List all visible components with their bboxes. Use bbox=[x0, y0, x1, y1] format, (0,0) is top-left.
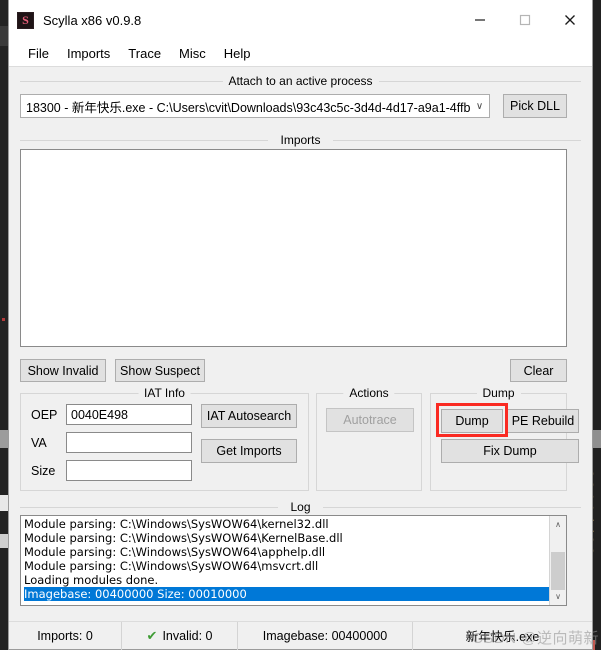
log-textbox[interactable]: Module parsing: C:\Windows\SysWOW64\kern… bbox=[20, 515, 567, 606]
status-module: 新年快乐.exe bbox=[413, 622, 592, 650]
backdrop-strip-segment bbox=[0, 430, 8, 448]
menu-item-help[interactable]: Help bbox=[215, 44, 260, 63]
dump-group-legend: Dump bbox=[476, 386, 521, 400]
attach-group-rule-left bbox=[20, 81, 230, 82]
status-invalid-label: Invalid: 0 bbox=[162, 628, 213, 643]
get-imports-button[interactable]: Get Imports bbox=[201, 439, 297, 463]
oep-input[interactable]: 0040E498 bbox=[66, 404, 192, 425]
backdrop-marker-dot bbox=[2, 318, 5, 321]
check-icon: ✔ bbox=[146, 627, 158, 643]
backdrop-left-strip bbox=[0, 0, 8, 650]
log-scrollbar-thumb[interactable] bbox=[551, 552, 565, 590]
process-select[interactable]: 18300 - 新年快乐.exe - C:\Users\cvit\Downloa… bbox=[20, 94, 490, 118]
log-line[interactable]: Imagebase: 00400000 Size: 00010000 bbox=[24, 587, 549, 601]
status-imports-label: Imports: 0 bbox=[37, 628, 93, 643]
imports-group-rule-right bbox=[333, 140, 581, 141]
clear-button[interactable]: Clear bbox=[510, 359, 567, 382]
window-controls bbox=[457, 0, 592, 40]
size-label: Size bbox=[31, 464, 56, 478]
actions-group: Actions Autotrace bbox=[316, 386, 422, 491]
scylla-main-window: S Scylla x86 v0.9.8 File Imports Trace M… bbox=[8, 0, 593, 650]
fix-dump-button[interactable]: Fix Dump bbox=[441, 439, 579, 463]
menu-item-imports[interactable]: Imports bbox=[58, 44, 119, 63]
backdrop-strip-segment bbox=[0, 534, 8, 548]
dump-group: Dump Dump PE Rebuild Fix Dump bbox=[430, 386, 579, 491]
menu-item-misc[interactable]: Misc bbox=[170, 44, 215, 63]
log-group-rule-left bbox=[20, 507, 278, 508]
log-group-rule-right bbox=[323, 507, 581, 508]
scylla-app-icon: S bbox=[17, 11, 34, 29]
imports-group-rule-left bbox=[20, 140, 268, 141]
client-area: Attach to an active process 18300 - 新年快乐… bbox=[9, 66, 592, 621]
status-imagebase: Imagebase: 00400000 bbox=[238, 621, 413, 650]
scroll-up-icon[interactable]: ∧ bbox=[550, 516, 566, 533]
attach-group-legend: Attach to an active process bbox=[222, 74, 379, 88]
log-group-legend: Log bbox=[284, 500, 317, 514]
scroll-down-icon[interactable]: ∨ bbox=[550, 588, 566, 605]
title-bar: S Scylla x86 v0.9.8 bbox=[9, 0, 592, 40]
menu-item-file[interactable]: File bbox=[19, 44, 58, 63]
maximize-icon bbox=[519, 14, 530, 26]
log-line-list: Module parsing: C:\Windows\SysWOW64\kern… bbox=[21, 517, 549, 605]
iat-info-group-legend: IAT Info bbox=[138, 386, 191, 400]
backdrop-strip-segment bbox=[0, 495, 8, 511]
close-button[interactable] bbox=[547, 0, 592, 40]
va-label: VA bbox=[31, 436, 47, 450]
actions-group-legend: Actions bbox=[343, 386, 395, 400]
imports-group-legend: Imports bbox=[274, 133, 327, 147]
backdrop-strip-segment bbox=[0, 26, 8, 46]
show-invalid-button[interactable]: Show Invalid bbox=[20, 359, 106, 382]
menu-bar: File Imports Trace Misc Help bbox=[9, 40, 592, 66]
log-scrollbar[interactable]: ∧ ∨ bbox=[549, 516, 566, 605]
status-invalid: ✔ Invalid: 0 bbox=[122, 621, 238, 650]
status-bar: Imports: 0 ✔ Invalid: 0 Imagebase: 00400… bbox=[9, 621, 592, 650]
show-suspect-button[interactable]: Show Suspect bbox=[115, 359, 205, 382]
log-line[interactable]: Module parsing: C:\Windows\SysWOW64\apph… bbox=[24, 545, 549, 559]
log-line[interactable]: Module parsing: C:\Windows\SysWOW64\kern… bbox=[24, 517, 549, 531]
autotrace-button[interactable]: Autotrace bbox=[326, 408, 414, 432]
minimize-icon bbox=[474, 19, 485, 21]
iat-autosearch-button[interactable]: IAT Autosearch bbox=[201, 404, 297, 428]
status-module-label: 新年快乐.exe bbox=[465, 630, 540, 644]
status-imports: Imports: 0 bbox=[9, 621, 122, 650]
dump-button[interactable]: Dump bbox=[441, 409, 503, 433]
menu-item-trace[interactable]: Trace bbox=[119, 44, 170, 63]
log-line[interactable]: Module parsing: C:\Windows\SysWOW64\msvc… bbox=[24, 559, 549, 573]
imports-treeview[interactable] bbox=[20, 149, 567, 347]
va-input[interactable] bbox=[66, 432, 192, 453]
size-input[interactable] bbox=[66, 460, 192, 481]
scylla-icon-glyph: S bbox=[22, 13, 29, 27]
attach-group-rule-right bbox=[371, 81, 581, 82]
log-line[interactable]: Module parsing: C:\Windows\SysWOW64\Kern… bbox=[24, 531, 549, 545]
process-select-value: 18300 - 新年快乐.exe - C:\Users\cvit\Downloa… bbox=[26, 100, 470, 115]
oep-label: OEP bbox=[31, 408, 58, 422]
status-imagebase-label: Imagebase: 00400000 bbox=[262, 628, 388, 643]
close-icon bbox=[564, 15, 575, 25]
pe-rebuild-button[interactable]: PE Rebuild bbox=[507, 409, 579, 433]
window-title: Scylla x86 v0.9.8 bbox=[43, 12, 142, 28]
log-line[interactable]: Loading modules done. bbox=[24, 573, 549, 587]
minimize-button[interactable] bbox=[457, 0, 502, 40]
maximize-button[interactable] bbox=[502, 0, 547, 40]
pick-dll-button[interactable]: Pick DLL bbox=[503, 94, 567, 118]
chevron-down-icon: ∨ bbox=[470, 100, 489, 112]
iat-info-group: IAT Info OEP VA Size 0040E498 IAT Autose… bbox=[20, 386, 309, 491]
